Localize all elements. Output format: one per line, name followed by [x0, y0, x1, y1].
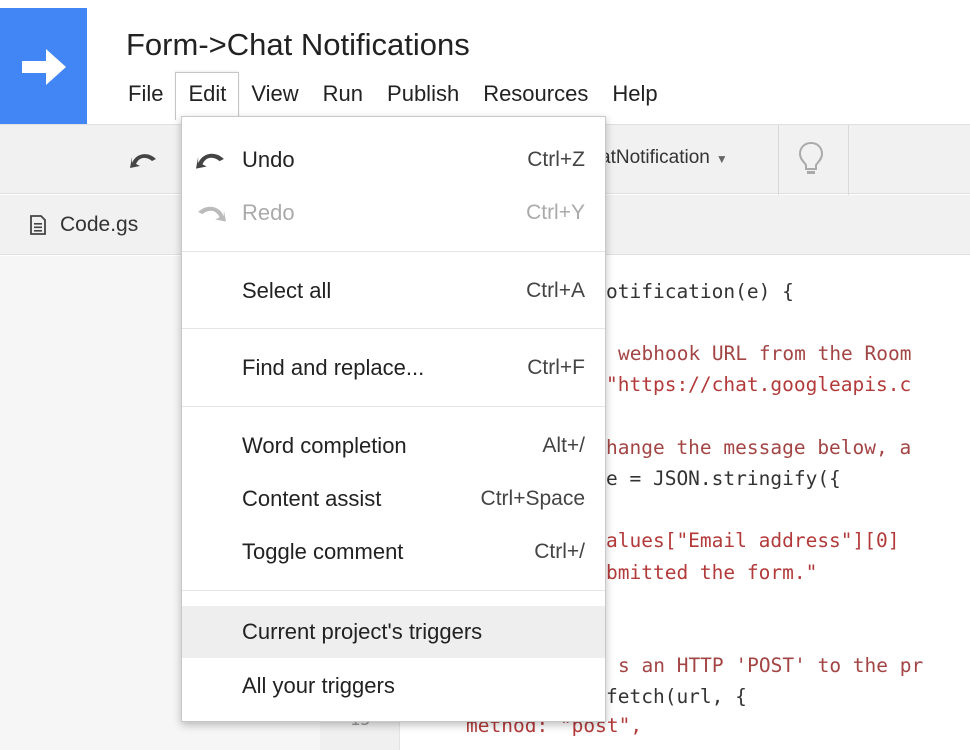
function-select[interactable]: atNotification ▼ — [600, 147, 728, 169]
file-tab-code-gs[interactable]: Code.gs — [30, 213, 138, 237]
edit-menu-dropdown: Undo Ctrl+Z Redo Ctrl+Y Select all Ctrl+… — [181, 116, 606, 722]
menu-item-toggle-comment[interactable]: Toggle comment Ctrl+/ — [182, 526, 605, 578]
menu-divider — [182, 406, 605, 407]
menu-file[interactable]: File — [116, 73, 175, 115]
menu-run[interactable]: Run — [311, 73, 375, 115]
menu-item-label: Content assist — [242, 486, 382, 511]
menu-item-label: Undo — [242, 147, 295, 172]
menu-divider — [182, 590, 605, 591]
menu-item-shortcut: Ctrl+Space — [480, 487, 585, 510]
project-title[interactable]: Form->Chat Notifications — [126, 27, 470, 63]
menu-item-word-completion[interactable]: Word completion Alt+/ — [182, 420, 605, 472]
chevron-down-icon: ▼ — [715, 152, 728, 166]
menu-item-label: All your triggers — [242, 673, 395, 698]
menu-help[interactable]: Help — [600, 73, 669, 115]
document-icon — [30, 215, 46, 235]
menubar: File Edit View Run Publish Resources Hel… — [116, 72, 670, 120]
menu-item-all-your-triggers[interactable]: All your triggers — [182, 660, 605, 712]
menu-view[interactable]: View — [239, 73, 310, 115]
menu-item-label: Find and replace... — [242, 355, 425, 380]
code-line: hange the message below, a — [606, 436, 912, 459]
menu-item-label: Toggle comment — [242, 539, 404, 564]
menu-item-label: Word completion — [242, 433, 407, 458]
menu-item-shortcut: Ctrl+F — [527, 356, 585, 379]
code-line: alues["Email address"][0] — [606, 529, 900, 552]
code-line: bmitted the form." — [606, 561, 818, 584]
function-select-label: atNotification — [600, 147, 710, 168]
menu-resources[interactable]: Resources — [471, 73, 600, 115]
toolbar-divider — [778, 125, 779, 195]
file-tab-label: Code.gs — [60, 213, 139, 236]
menu-item-redo: Redo Ctrl+Y — [182, 187, 605, 239]
code-line: otification(e) { — [606, 280, 794, 303]
menu-item-content-assist[interactable]: Content assist Ctrl+Space — [182, 473, 605, 525]
menu-item-find-and-replace[interactable]: Find and replace... Ctrl+F — [182, 342, 605, 394]
menu-item-shortcut: Alt+/ — [542, 434, 585, 457]
code-line: fetch(url, { — [606, 685, 747, 708]
menu-item-current-project-triggers[interactable]: Current project's triggers — [182, 606, 605, 658]
menu-item-undo[interactable]: Undo Ctrl+Z — [182, 134, 605, 186]
undo-icon — [196, 148, 226, 175]
menu-item-shortcut: Ctrl+/ — [534, 540, 585, 563]
menu-divider — [182, 251, 605, 252]
menu-item-label: Select all — [242, 278, 332, 303]
menu-item-select-all[interactable]: Select all Ctrl+A — [182, 265, 605, 317]
menu-item-shortcut: Ctrl+Y — [526, 201, 585, 224]
arrow-right-icon — [21, 48, 66, 85]
menu-divider — [182, 328, 605, 329]
menu-item-label: Redo — [242, 200, 295, 225]
menu-item-shortcut: Ctrl+A — [526, 279, 585, 302]
menu-publish[interactable]: Publish — [375, 73, 471, 115]
code-line: "https://chat.googleapis.c — [606, 373, 912, 396]
toolbar-divider — [848, 125, 849, 195]
menu-item-label: Current project's triggers — [242, 619, 483, 644]
apps-script-logo[interactable] — [0, 8, 87, 125]
code-line: e = JSON.stringify({ — [606, 467, 841, 490]
code-line: webhook URL from the Room — [618, 342, 912, 365]
redo-icon — [196, 201, 226, 228]
menu-edit[interactable]: Edit — [175, 72, 240, 120]
undo-icon[interactable] — [130, 149, 158, 174]
menu-item-shortcut: Ctrl+Z — [527, 148, 585, 171]
code-line: s an HTTP 'POST' to the pr — [618, 654, 924, 677]
lightbulb-icon[interactable] — [798, 141, 824, 182]
